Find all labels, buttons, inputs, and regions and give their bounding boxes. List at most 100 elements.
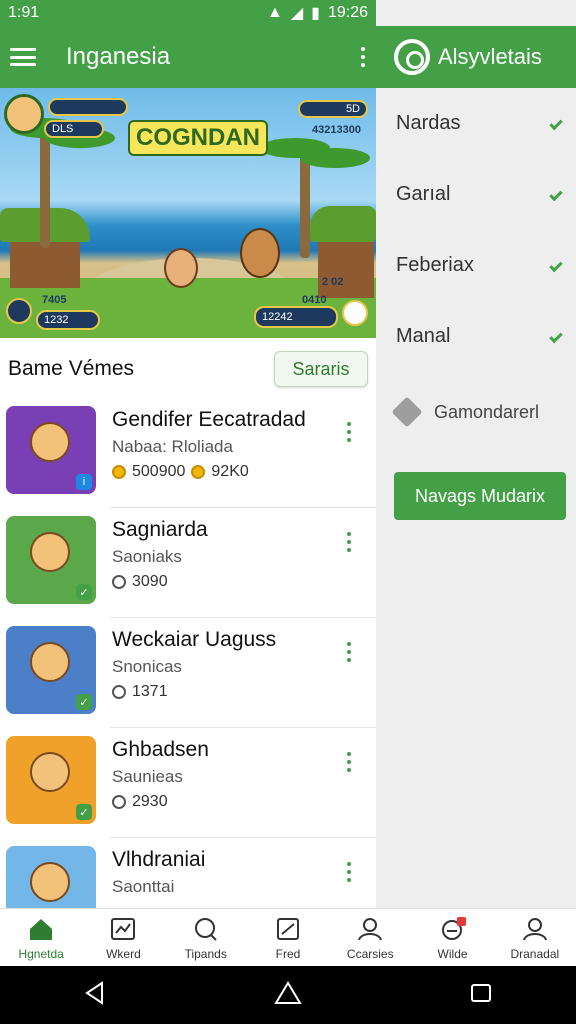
clock-icon: [112, 575, 126, 589]
drawer-item-label: Manal: [396, 325, 451, 347]
game-thumbnail[interactable]: ✓: [6, 516, 96, 604]
game-thumbnail[interactable]: [6, 846, 96, 908]
check-icon: [549, 116, 563, 131]
person-icon: [356, 915, 384, 943]
recents-icon[interactable]: [468, 980, 494, 1011]
drawer-item[interactable]: Nardas: [376, 88, 576, 159]
check-badge-icon: ✓: [76, 584, 92, 600]
list-item[interactable]: ✓ Weckaiar Uaguss Snonicas 1371: [0, 618, 376, 728]
status-bar: 1:91 ▲ ◢ ▮ 19:26: [0, 0, 576, 26]
item-options-icon[interactable]: [346, 422, 352, 442]
side-drawer: Alsyvletais Nardas Garıal Feberiax Manal…: [376, 26, 576, 908]
clock-icon: [112, 795, 126, 809]
game-subtitle: Saunieas: [112, 767, 183, 786]
thumbnail-character: [30, 642, 70, 682]
game-title: COGNDAN: [128, 120, 268, 156]
home-icon: [27, 915, 55, 943]
back-icon[interactable]: [82, 980, 108, 1011]
drawer-item-label: Feberiax: [396, 254, 474, 276]
item-options-icon[interactable]: [346, 752, 352, 772]
search-icon: [192, 915, 220, 943]
info-badge-icon: i: [76, 474, 92, 490]
list-item[interactable]: ✓ Ghbadsen Saunieas 2930: [0, 728, 376, 838]
hud-health-bar: [48, 98, 128, 116]
character-bear: [240, 228, 280, 278]
tab-label: Ccarsies: [346, 946, 394, 961]
coin-icon: [112, 465, 126, 479]
game-thumbnail[interactable]: i: [6, 406, 96, 494]
section-action-button[interactable]: Sararis: [274, 351, 368, 387]
app-title: Inganesia: [66, 43, 171, 70]
list-item-meta: Weckaiar Uaguss Snonicas 1371: [112, 626, 346, 701]
thumbnail-character: [30, 532, 70, 572]
bottom-navigation: Hgnetda Wkerd Tipands Fred Ccarsies Wild…: [0, 908, 576, 966]
cube-icon: [391, 396, 423, 428]
app-bar: Inganesia: [0, 26, 376, 88]
more-options-icon[interactable]: [360, 47, 366, 67]
game-thumbnail[interactable]: ✓: [6, 736, 96, 824]
drawer-item-label: Nardas: [396, 112, 461, 134]
check-icon: [549, 187, 563, 202]
status-bar-left: 1:91 ▲ ◢ ▮ 19:26: [0, 0, 376, 26]
tab-home[interactable]: Hgnetda: [0, 909, 82, 966]
hud-bottom-left-b: 1232: [36, 310, 100, 330]
item-options-icon[interactable]: [346, 862, 352, 882]
game-thumbnail[interactable]: ✓: [6, 626, 96, 714]
tab-search[interactable]: Tipands: [165, 909, 247, 966]
drawer-action-button[interactable]: Navags Mudarix: [394, 472, 566, 520]
game-stats: 3090: [112, 573, 346, 591]
game-stats: 500900 92K0: [112, 463, 346, 481]
game-title-text: Gendifer Eecatradad: [112, 408, 306, 431]
game-subtitle: Saoniaks: [112, 547, 182, 566]
item-options-icon[interactable]: [346, 642, 352, 662]
wifi-icon: ▲: [266, 4, 283, 21]
drawer-item[interactable]: Garıal: [376, 159, 576, 230]
thumbnail-character: [30, 422, 70, 462]
item-options-icon[interactable]: [346, 532, 352, 552]
game-banner[interactable]: DLS COGNDAN 5D 43213300 7405 1232 2 02 0…: [0, 88, 376, 338]
player-avatar[interactable]: [4, 94, 44, 134]
section-header: Bame Vémes Sararis: [0, 344, 376, 394]
list-item[interactable]: ✓ Sagniarda Saoniaks 3090: [0, 508, 376, 618]
check-icon: [549, 329, 563, 344]
notification-icon: [439, 915, 467, 943]
list-item[interactable]: Vlhdraniai Saonttai: [0, 838, 376, 908]
tab-label: Wilde: [437, 946, 468, 961]
settings-round-icon[interactable]: [342, 300, 368, 326]
palm-trunk-left: [40, 128, 50, 248]
character-cat: [164, 248, 198, 288]
hut-right-roof: [310, 206, 376, 242]
list-item-meta: Ghbadsen Saunieas 2930: [112, 736, 346, 811]
list-item[interactable]: i Gendifer Eecatradad Nabaa: Rloliada 50…: [0, 398, 376, 508]
tab-wilde[interactable]: Wilde: [411, 909, 493, 966]
palm-leaf-right-2: [300, 148, 370, 168]
list-item-meta: Vlhdraniai Saonttai: [112, 846, 346, 897]
list-item-meta: Gendifer Eecatradad Nabaa: Rloliada 5009…: [112, 406, 346, 481]
game-title-text: Weckaiar Uaguss: [112, 628, 277, 651]
menu-icon[interactable]: [10, 48, 36, 66]
play-count: 3090: [132, 573, 168, 590]
tab-label: Wkerd: [106, 946, 141, 961]
drawer-item[interactable]: Feberiax: [376, 230, 576, 301]
status-time: 1:91: [8, 4, 40, 21]
chart-icon: [109, 915, 137, 943]
home-nav-icon[interactable]: [273, 980, 303, 1011]
compass-icon[interactable]: [6, 298, 32, 324]
tab-fred[interactable]: Fred: [247, 909, 329, 966]
status-icons: ▲ ◢ ▮ 19:26: [267, 3, 368, 23]
clock-icon: [112, 685, 126, 699]
tab-label: Tipands: [184, 946, 227, 961]
drawer-item[interactable]: Manal: [376, 301, 576, 372]
edit-icon: [274, 915, 302, 943]
hud-top-right-b: 43213300: [312, 124, 361, 136]
tab-ccarsies[interactable]: Ccarsies: [329, 909, 411, 966]
drawer-extra-item[interactable]: Gamondarerl: [376, 372, 576, 452]
tab-profile[interactable]: Dranadal: [494, 909, 576, 966]
coin-count-secondary: 92K0: [211, 463, 249, 480]
tab-wkerd[interactable]: Wkerd: [82, 909, 164, 966]
hud-bottom-right-c: 12242: [254, 306, 338, 328]
section-title: Bame Vémes: [8, 357, 135, 380]
coin-icon: [191, 465, 206, 479]
hud-top-right-a: 5D: [298, 100, 368, 118]
list-item-meta: Sagniarda Saoniaks 3090: [112, 516, 346, 591]
